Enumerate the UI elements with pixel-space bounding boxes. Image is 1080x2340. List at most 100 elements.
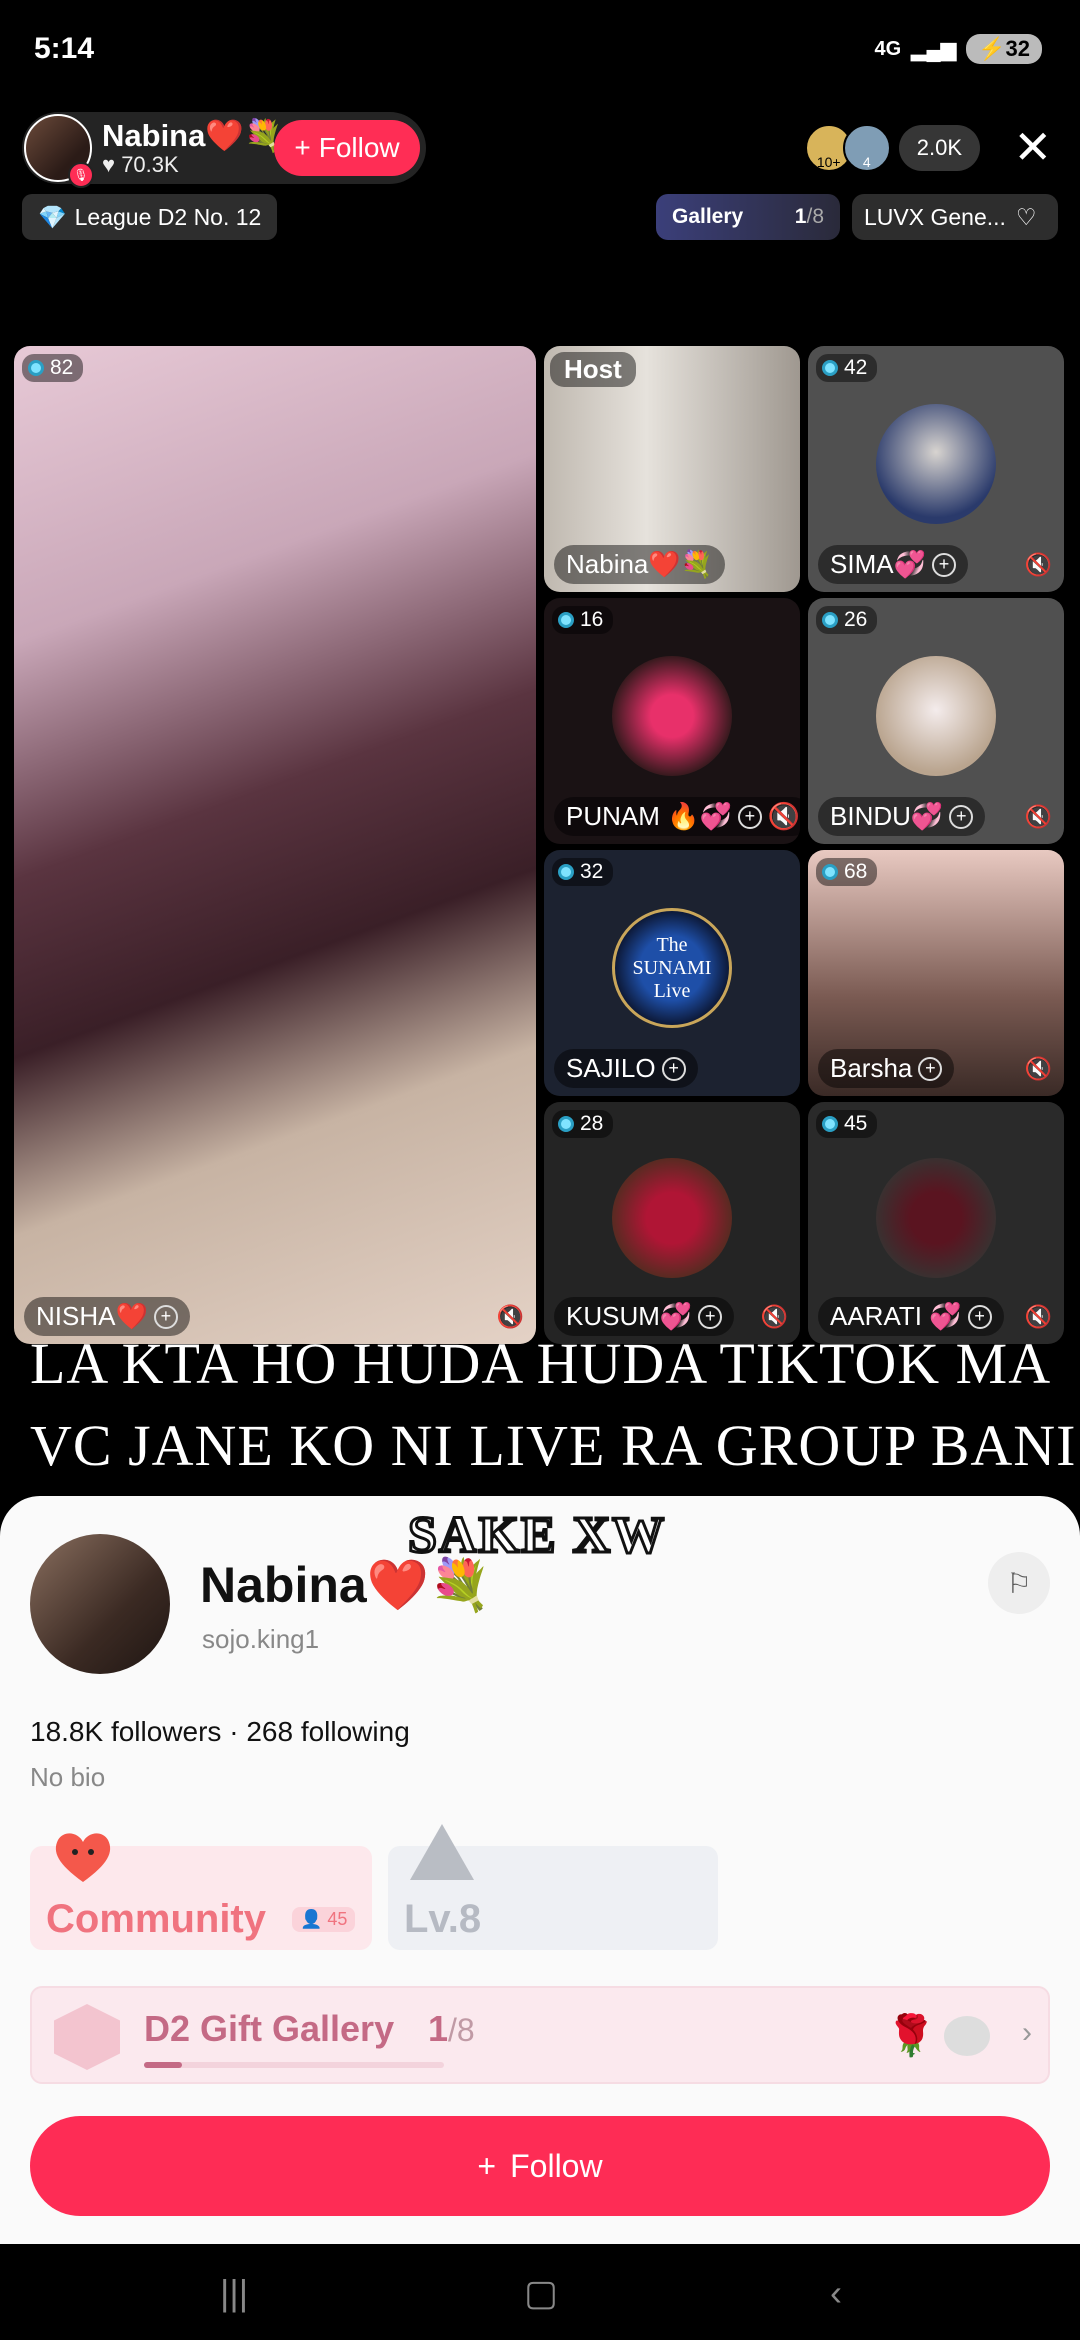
add-icon[interactable]: + <box>931 552 956 577</box>
viewer-list[interactable]: 10+ 4 2.0K <box>804 124 980 172</box>
mute-icon: 🔇 <box>760 1304 788 1329</box>
luvx-label: LUVX Gene... <box>864 203 1006 230</box>
profile-handle: sojo.king1 <box>202 1624 320 1654</box>
live-dot-icon <box>558 864 574 880</box>
host-avatar[interactable]: 🎙 <box>24 114 94 188</box>
league-badge[interactable]: 💎 League D2 No. 12 <box>22 194 278 240</box>
tile-name[interactable]: PUNAM 🔥💞 + 🔇 <box>554 797 800 836</box>
add-icon[interactable]: + <box>698 1304 723 1329</box>
gallery-gem-icon <box>54 2004 120 2070</box>
battery-level: 32 <box>1005 36 1030 61</box>
live-dot-icon <box>822 612 838 628</box>
status-bar: 5:14 4G ▂▄▆ ⚡32 <box>0 0 1080 100</box>
guest-tile[interactable]: 28 KUSUM💞 + 🔇 <box>544 1102 800 1344</box>
host-info-pill[interactable]: 🎙 Nabina❤️💐 ♥ 70.3K + Follow <box>22 112 426 188</box>
viewer-badge: 32 <box>552 858 614 886</box>
tile-name-text: KUSUM💞 <box>566 1301 693 1331</box>
plus-icon: + <box>477 2147 497 2184</box>
gift-gallery-row[interactable]: D2 Gift Gallery 1/8 🌹 › <box>30 1986 1050 2084</box>
viewer-badge: 26 <box>816 606 878 634</box>
tile-count: 26 <box>844 608 868 631</box>
host-likes: ♥ 70.3K <box>102 151 283 177</box>
report-flag-icon[interactable]: ⚐ <box>988 1552 1050 1614</box>
profile-bio: No bio <box>30 1762 106 1792</box>
main-video-tile[interactable]: 82 NISHA❤️ + 🔇 <box>14 346 536 1344</box>
tile-name-text: SAJILO <box>566 1053 656 1083</box>
tile-name[interactable]: Barsha + <box>818 1049 955 1088</box>
status-time: 5:14 <box>34 32 95 65</box>
add-icon[interactable]: + <box>967 1304 992 1329</box>
gift-gallery-progress: 1/8 <box>428 2008 475 2050</box>
add-icon[interactable]: + <box>153 1304 178 1329</box>
mute-icon: 🔇 <box>1024 1304 1052 1329</box>
add-icon[interactable]: + <box>737 804 762 829</box>
mute-icon: 🔇 <box>1024 1056 1052 1081</box>
guest-tile[interactable]: 45 AARATI 💞 + 🔇 <box>808 1102 1064 1344</box>
teddy-gift-icon <box>944 2016 990 2056</box>
level-card[interactable]: Lv.8 <box>388 1824 718 1950</box>
tile-name[interactable]: SAJILO + <box>554 1049 698 1088</box>
tile-count: 42 <box>844 356 868 379</box>
luvx-pill[interactable]: LUVX Gene... ♡ <box>852 194 1058 240</box>
mute-icon: 🔇 <box>1024 552 1052 577</box>
home-icon[interactable]: ▢ <box>524 2272 558 2314</box>
viewer-badge: 28 <box>552 1110 614 1138</box>
live-dot-icon <box>558 612 574 628</box>
viewer-avatar[interactable]: 4 <box>842 124 891 172</box>
add-icon[interactable]: + <box>661 1056 686 1081</box>
host-info: Nabina❤️💐 ♥ 70.3K <box>102 118 283 177</box>
close-icon[interactable]: ✕ <box>1013 120 1052 174</box>
guest-avatar <box>612 1158 732 1279</box>
tile-name[interactable]: Nabina❤️💐 <box>554 545 726 584</box>
guest-tile[interactable]: 16 PUNAM 🔥💞 + 🔇 <box>544 598 800 844</box>
profile-avatar[interactable] <box>30 1534 170 1674</box>
level-label: Lv.8 <box>404 1897 482 1941</box>
tile-name[interactable]: SIMA💞 + <box>818 545 968 584</box>
community-label: Community <box>46 1897 266 1941</box>
heart-icon: ♥ <box>102 151 116 177</box>
viewer-badge: 10+ <box>816 154 841 170</box>
guest-tile[interactable]: 68 Barsha + 🔇 <box>808 850 1064 1096</box>
recents-icon[interactable]: ||| <box>220 2272 248 2314</box>
viewer-count[interactable]: 2.0K <box>898 125 980 171</box>
add-icon[interactable]: + <box>918 1056 943 1081</box>
guest-tile[interactable]: 42 SIMA💞 + 🔇 <box>808 346 1064 592</box>
heart-mascot-icon <box>55 1833 111 1882</box>
follow-button[interactable]: + Follow <box>30 2116 1050 2216</box>
follow-label-top: Follow <box>318 132 400 163</box>
add-icon[interactable]: + <box>949 804 974 829</box>
gallery-total: /8 <box>806 205 824 228</box>
mic-off-icon: 🎙 <box>68 162 94 188</box>
network-label: 4G <box>874 37 902 60</box>
gallery-current: 1 <box>794 205 807 228</box>
community-card[interactable]: Community 👤 45 <box>30 1833 372 1950</box>
signal-icon: ▂▄▆ <box>911 38 957 61</box>
tile-count: 68 <box>844 860 868 883</box>
profile-stats[interactable]: 18.8K followers · 268 following <box>30 1716 410 1748</box>
tile-name[interactable]: BINDU💞 + <box>818 797 986 836</box>
viewer-badge: 68 <box>816 858 878 886</box>
sunami-logo: The SUNAMI Live <box>612 908 732 1029</box>
system-nav-bar: ||| ▢ ‹ <box>0 2244 1080 2340</box>
guest-tile[interactable]: 26 BINDU💞 + 🔇 <box>808 598 1064 844</box>
guest-tile[interactable]: 32 The SUNAMI Live SAJILO + <box>544 850 800 1096</box>
tile-count: 28 <box>580 1112 604 1135</box>
viewer-badge: 16 <box>552 606 614 634</box>
tile-name-text: SIMA💞 <box>830 549 926 579</box>
live-dot-icon <box>28 360 44 376</box>
tile-name-text: Nabina❤️💐 <box>566 549 714 579</box>
mute-icon: 🔇 <box>496 1304 524 1329</box>
follow-button-top[interactable]: + Follow <box>274 120 420 176</box>
host-tile[interactable]: Host Nabina❤️💐 <box>544 346 800 592</box>
guest-avatar <box>612 656 732 777</box>
gallery-pill[interactable]: Gallery 1/8 <box>656 194 840 240</box>
status-icons: 4G ▂▄▆ ⚡32 <box>874 34 1042 64</box>
back-icon[interactable]: ‹ <box>830 2272 842 2314</box>
gift-gallery-current: 1 <box>428 2008 449 2049</box>
plus-icon: + <box>294 132 311 163</box>
profile-name: Nabina❤️💐 <box>200 1557 492 1613</box>
community-count-value: 45 <box>327 1909 348 1929</box>
viewer-badge: 42 <box>816 354 878 382</box>
gift-gallery-progress-bar <box>144 2062 444 2068</box>
guest-avatar <box>876 656 996 777</box>
